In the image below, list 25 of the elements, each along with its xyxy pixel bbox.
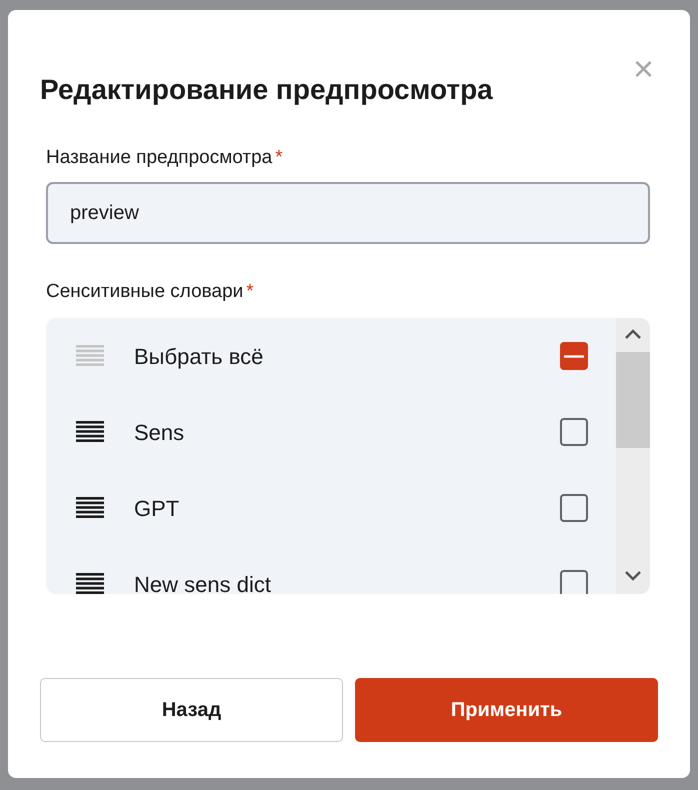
drag-handle-icon[interactable] <box>76 345 104 367</box>
required-mark: * <box>275 147 283 168</box>
scroll-down-icon[interactable] <box>624 570 642 582</box>
dictionary-name: GPT <box>134 494 180 522</box>
checkbox[interactable] <box>560 570 588 594</box>
scrollbar-thumb[interactable] <box>616 352 650 448</box>
drag-handle-icon[interactable] <box>76 573 104 594</box>
drag-handle-icon[interactable] <box>76 421 104 443</box>
checkbox[interactable] <box>560 342 588 370</box>
drag-handle-icon[interactable] <box>76 497 104 519</box>
dictionary-name: Sens <box>134 418 186 446</box>
apply-button[interactable]: Применить <box>355 678 658 742</box>
scroll-up-icon[interactable] <box>624 328 642 340</box>
dialog-title: Редактирование предпросмотра <box>40 73 494 107</box>
dictionary-name: Выбрать всё <box>134 342 264 371</box>
field-label: Название предпросмотра <box>46 147 272 168</box>
scrollbar[interactable] <box>616 318 650 594</box>
back-button[interactable]: Назад <box>40 678 343 742</box>
dash-icon <box>564 354 584 358</box>
checkbox[interactable] <box>560 494 588 522</box>
input-field[interactable]: preview <box>46 182 650 244</box>
checkbox[interactable] <box>560 418 588 446</box>
required-mark: * <box>246 281 254 302</box>
dictionary-name: New sens dict <box>134 570 272 594</box>
field-label: Сенситивные словари <box>46 281 244 302</box>
